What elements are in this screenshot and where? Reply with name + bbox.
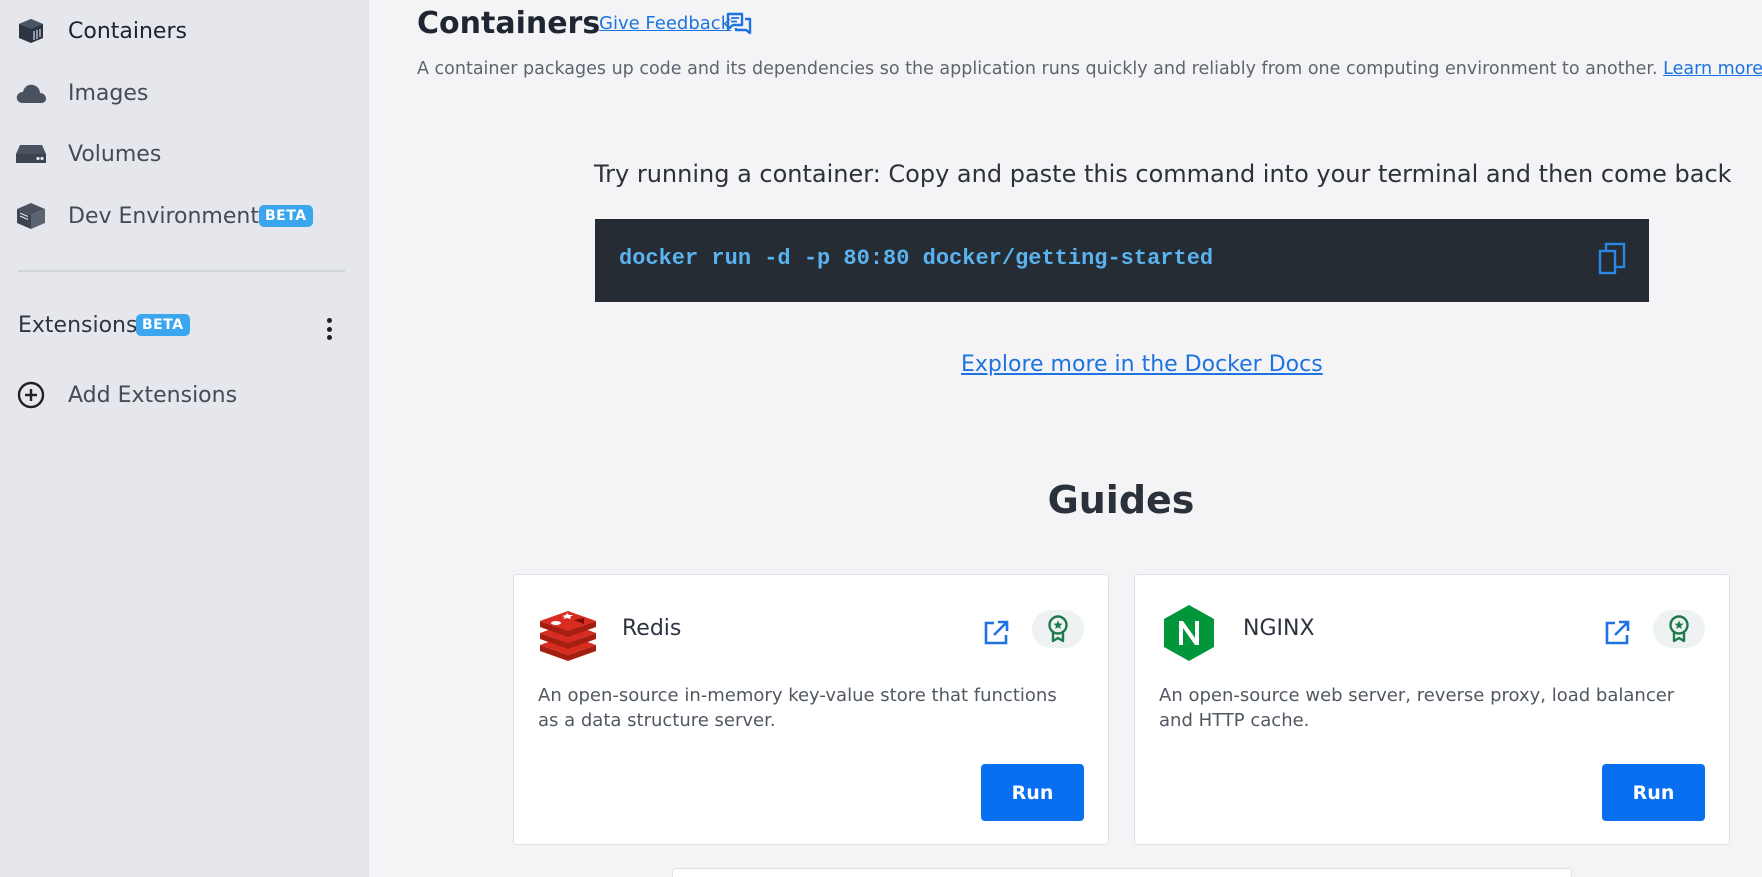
run-nginx-button[interactable]: Run [1602,764,1705,821]
extensions-menu-button[interactable] [318,314,340,344]
guide-card-partial [672,868,1572,877]
command-box: docker run -d -p 80:80 docker/getting-st… [595,219,1649,302]
sidebar-divider [18,270,345,272]
sidebar-item-label: Dev Environments [68,203,271,229]
nginx-logo [1159,603,1219,663]
feedback-icon[interactable] [726,12,752,36]
official-badge [1032,610,1084,648]
container-icon [14,14,48,48]
copy-icon[interactable] [1597,242,1627,276]
guide-card-nginx: NGINX An open-source web server, reverse… [1134,574,1730,845]
dev-env-icon [14,199,48,233]
redis-logo [538,603,598,663]
kebab-dot [326,335,332,340]
external-link-icon[interactable] [1603,619,1631,647]
guides-heading: Guides [1047,478,1195,522]
learn-more-link[interactable]: Learn more [1663,59,1762,79]
volume-icon [14,137,48,171]
command-text[interactable]: docker run -d -p 80:80 docker/getting-st… [619,246,1213,271]
award-icon [1669,615,1689,643]
award-icon [1048,615,1068,643]
page-title: Containers [417,6,601,41]
add-extensions-label: Add Extensions [68,382,238,408]
sidebar-item-volumes[interactable]: Volumes [0,128,369,180]
description-text: A container packages up code and its dep… [417,59,1658,79]
guide-card-redis: Redis An open-source in-memory key-value… [513,574,1109,845]
sidebar-item-label: Volumes [68,141,162,167]
docker-docs-link[interactable]: Explore more in the Docker Docs [961,352,1323,377]
beta-badge: BETA [259,205,313,227]
official-badge [1653,610,1705,648]
add-extensions-button[interactable]: Add Extensions [0,369,369,421]
sidebar-item-containers[interactable]: Containers [0,5,369,57]
kebab-dot [326,318,332,323]
guide-description: An open-source web server, reverse proxy… [1159,685,1675,731]
page-description: A container packages up code and its dep… [417,59,1762,79]
sidebar-item-dev-environments[interactable]: Dev Environments BETA [0,190,369,242]
sidebar: Containers Images Volumes Dev Environmen… [0,0,369,877]
run-redis-button[interactable]: Run [981,764,1084,821]
sidebar-item-label: Containers [68,18,187,44]
kebab-dot [326,326,332,332]
cloud-icon [14,76,48,110]
guide-description: An open-source in-memory key-value store… [538,685,1057,731]
give-feedback-link[interactable]: Give Feedback [599,13,731,34]
guide-name: Redis [622,616,682,641]
plus-circle-icon [14,378,48,412]
sidebar-item-images[interactable]: Images [0,67,369,119]
external-link-icon[interactable] [982,619,1010,647]
guide-name: NGINX [1243,616,1315,641]
try-instruction: Try running a container: Copy and paste … [594,160,1732,188]
extensions-heading: Extensions [18,313,138,338]
sidebar-item-label: Images [68,80,149,106]
beta-badge: BETA [136,314,190,336]
